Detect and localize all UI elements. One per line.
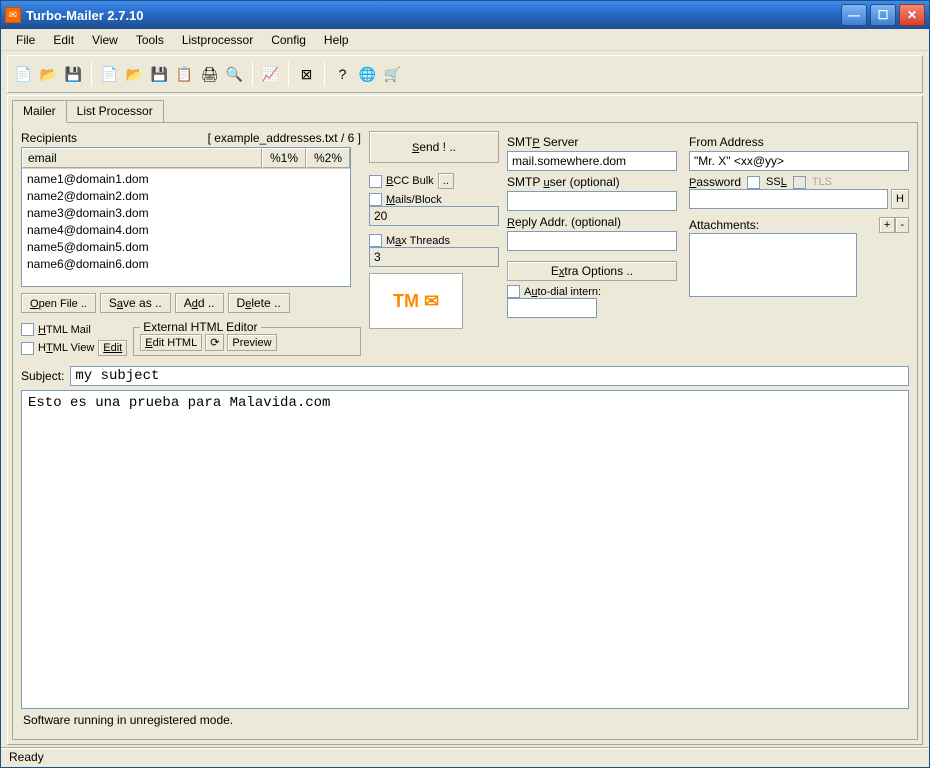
menubar: File Edit View Tools Listprocessor Confi… [1,29,929,51]
html-mail-label: HTML Mail [38,324,91,336]
open-icon[interactable]: 📂 [37,63,60,86]
minimize-button[interactable]: — [841,4,867,26]
edit-html-button[interactable]: Edit HTML [140,334,202,351]
web-icon[interactable]: 🌐 [356,63,379,86]
tls-checkbox [793,176,806,189]
print-icon[interactable]: 🖨 [198,63,221,86]
smtp-server-input[interactable] [507,151,677,171]
list-item[interactable]: name2@domain2.dom [27,188,345,205]
html-view-checkbox[interactable] [21,342,34,355]
reply-addr-label: Reply Addr. (optional) [507,215,677,229]
password-label: Password [689,175,741,189]
smtp-server-label: SMTP Server [507,135,677,149]
list-item[interactable]: name5@domain5.dom [27,239,345,256]
tabs: Mailer List Processor [12,100,918,122]
chart-icon[interactable]: 📈 [259,63,282,86]
reply-addr-input[interactable] [507,231,677,251]
edit-button[interactable]: Edit [98,340,127,356]
help-icon[interactable]: ? [331,63,354,86]
mails-block-input[interactable] [369,206,499,226]
menu-listprocessor[interactable]: Listprocessor [173,30,262,50]
autodial-checkbox[interactable] [507,285,520,298]
menu-tools[interactable]: Tools [127,30,173,50]
max-threads-input[interactable] [369,247,499,267]
stop-icon[interactable]: ⊠ [295,63,318,86]
menu-edit[interactable]: Edit [44,30,83,50]
new-icon[interactable]: 📄 [12,63,35,86]
menu-help[interactable]: Help [315,30,358,50]
tm-logo: TM ✉ [369,273,463,329]
h-button[interactable]: H [891,189,909,209]
attach-add-button[interactable]: + [879,217,895,233]
preview-button[interactable]: Preview [227,334,276,351]
from-address-input[interactable] [689,151,909,171]
menu-config[interactable]: Config [262,30,315,50]
ext-editor-group-label: External HTML Editor [140,320,260,334]
col-pct1[interactable]: %1% [262,148,306,168]
add-button[interactable]: Add .. [175,293,224,313]
close-button[interactable]: ✕ [899,4,925,26]
list-item[interactable]: name6@domain6.dom [27,256,345,273]
list-item[interactable]: name1@domain1.dom [27,171,345,188]
recipients-label: Recipients [21,131,77,145]
tab-listprocessor[interactable]: List Processor [66,100,164,122]
max-threads-label: Max Threads [386,235,450,247]
maximize-button[interactable]: ☐ [870,4,896,26]
refresh-button[interactable]: ⟳ [205,334,224,351]
list-item[interactable]: name3@domain3.dom [27,205,345,222]
app-icon: ✉ [5,7,21,23]
tab-mailer[interactable]: Mailer [12,100,67,123]
body-textarea[interactable]: Esto es una prueba para Malavida.com [21,390,909,709]
html-mail-checkbox[interactable] [21,323,34,336]
status-bar: Ready [1,747,929,767]
attachments-label: Attachments: [689,218,759,232]
mails-block-checkbox[interactable] [369,193,382,206]
save2-icon[interactable]: 💾 [148,63,171,86]
paste-icon[interactable]: 📋 [173,63,196,86]
find-icon[interactable]: 🔍 [223,63,246,86]
smtp-user-label: SMTP user (optional) [507,175,677,189]
open2-icon[interactable]: 📂 [123,63,146,86]
password-input[interactable] [689,189,888,209]
save-icon[interactable]: 💾 [62,63,85,86]
smtp-user-input[interactable] [507,191,677,211]
from-address-label: From Address [689,135,909,149]
extra-options-button[interactable]: Extra Options .. [507,261,677,281]
max-threads-checkbox[interactable] [369,234,382,247]
list-item[interactable]: name4@domain4.dom [27,222,345,239]
open-file-button[interactable]: Open File .. [21,293,96,313]
subject-label: Subject: [21,369,64,383]
bcc-bulk-checkbox[interactable] [369,175,382,188]
ssl-checkbox[interactable] [747,176,760,189]
recipients-list[interactable]: email %1% %2% name1@domain1.dom name2@do… [21,147,351,287]
titlebar: ✉ Turbo-Mailer 2.7.10 — ☐ ✕ [1,1,929,29]
autodial-label: Auto-dial intern: [524,286,601,298]
window-title: Turbo-Mailer 2.7.10 [26,8,841,23]
attachments-list[interactable] [689,233,857,297]
menu-file[interactable]: File [7,30,44,50]
menu-view[interactable]: View [83,30,127,50]
col-pct2[interactable]: %2% [306,148,350,168]
save-as-button[interactable]: Save as .. [100,293,171,313]
send-button[interactable]: Send ! .. [369,131,499,163]
cart-icon[interactable]: 🛒 [381,63,404,86]
mails-block-label: Mails/Block [386,194,442,206]
bcc-bulk-label: BCC Bulk [386,175,434,187]
subject-input[interactable] [70,366,909,386]
toolbar: 📄 📂 💾 📄 📂 💾 📋 🖨 🔍 📈 ⊠ ? 🌐 🛒 [7,55,923,93]
ssl-label: SSL [766,176,787,188]
tls-label: TLS [812,176,832,188]
tabpanel-mailer: Recipients [ example_addresses.txt / 6 ]… [12,122,918,740]
content: Mailer List Processor Recipients [ examp… [7,95,923,745]
html-view-label: HTML View [38,342,94,354]
col-email[interactable]: email [22,148,262,168]
new2-icon[interactable]: 📄 [98,63,121,86]
autodial-input[interactable] [507,298,597,318]
app-window: ✉ Turbo-Mailer 2.7.10 — ☐ ✕ File Edit Vi… [0,0,930,768]
delete-button[interactable]: Delete .. [228,293,290,313]
register-status: Software running in unregistered mode. [21,709,909,731]
attach-remove-button[interactable]: - [895,217,909,233]
bcc-bulk-options-button[interactable]: .. [438,173,454,189]
recipients-fileinfo: [ example_addresses.txt / 6 ] [208,131,361,145]
